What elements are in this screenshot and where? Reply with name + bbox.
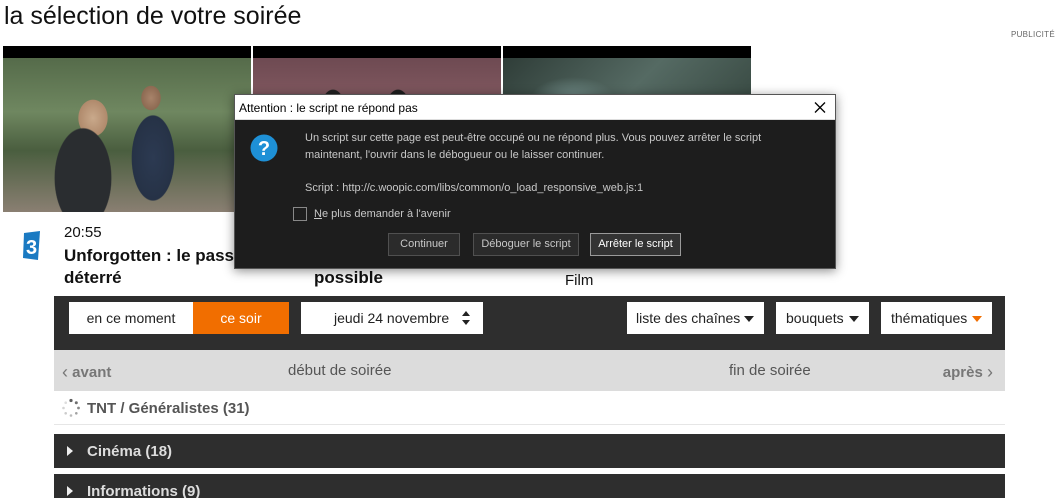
dialog-message: Un script sur cette page est peut-être o… — [305, 132, 762, 161]
channel-group-informations[interactable]: Informations (9) — [54, 474, 1005, 498]
chevron-down-icon — [744, 316, 754, 322]
program-thumbnail[interactable] — [3, 46, 251, 212]
program-title[interactable]: Unforgotten : le passé déterré — [64, 245, 244, 289]
continue-button[interactable]: Continuer — [388, 233, 460, 256]
next-label: après — [942, 364, 983, 381]
tonight-button[interactable]: ce soir — [193, 302, 289, 334]
bouquets-label: bouquets — [786, 310, 844, 326]
expand-triangle-icon — [67, 486, 73, 496]
channel-group-label: Cinéma (18) — [87, 443, 173, 460]
date-select-label: jeudi 24 novembre — [334, 310, 450, 326]
debug-script-button[interactable]: Déboguer le script — [473, 233, 579, 256]
chevron-right-icon: › — [987, 362, 993, 382]
chevron-down-icon — [849, 316, 859, 322]
loading-spinner-icon — [62, 398, 80, 417]
next-button[interactable]: après › — [943, 362, 993, 383]
previous-label: avant — [72, 364, 112, 381]
themes-button[interactable]: thématiques — [881, 302, 992, 334]
channel-number: 3 — [26, 237, 37, 259]
channels-list-label: liste des chaînes — [636, 310, 741, 326]
program-time: 20:55 — [64, 224, 102, 241]
channel-group-label: Informations (9) — [87, 483, 201, 498]
page-title: la sélection de votre soirée — [4, 2, 302, 30]
channel-group-cinema[interactable]: Cinéma (18) — [54, 434, 1005, 468]
ad-label: PUBLICITÉ — [1010, 30, 1055, 39]
bouquets-button[interactable]: bouquets — [776, 302, 869, 334]
chevron-left-icon: ‹ — [62, 362, 68, 382]
page: la sélection de votre soirée PUBLICITÉ 3… — [0, 0, 1062, 498]
dont-ask-checkbox[interactable] — [293, 207, 307, 221]
themes-label: thématiques — [891, 310, 968, 326]
up-down-arrows-icon — [462, 311, 470, 325]
dialog-script-path: Script : http://c.woopic.com/libs/common… — [305, 182, 644, 194]
dont-ask-label[interactable]: Ne plus demander à l'avenir — [314, 208, 451, 220]
evening-end-link[interactable]: fin de soirée — [729, 362, 811, 379]
question-icon: ? — [250, 134, 278, 162]
close-icon[interactable] — [805, 95, 835, 120]
evening-start-link[interactable]: début de soirée — [288, 362, 391, 379]
channel-group-tnt[interactable]: TNT / Généralistes (31) — [54, 391, 1005, 425]
expand-triangle-icon — [67, 446, 73, 456]
channels-list-button[interactable]: liste des chaînes — [627, 302, 764, 334]
date-select[interactable]: jeudi 24 novembre — [301, 302, 483, 334]
stop-script-button[interactable]: Arrêter le script — [590, 233, 681, 256]
dialog-titlebar[interactable]: Attention : le script ne répond pas — [235, 95, 835, 120]
dialog-title: Attention : le script ne répond pas — [239, 101, 418, 115]
now-button[interactable]: en ce moment — [69, 302, 193, 334]
france3-logo-icon: 3 — [21, 230, 43, 262]
time-navigation: ‹ avant début de soirée fin de soirée ap… — [54, 350, 1005, 391]
chevron-down-icon — [972, 316, 982, 322]
script-warning-dialog: Attention : le script ne répond pas ? Un… — [234, 94, 836, 269]
program-card-1[interactable]: 3 20:55 Unforgotten : le passé déterré — [3, 46, 251, 296]
svg-text:?: ? — [258, 138, 270, 160]
program-title[interactable]: possible — [314, 267, 494, 289]
program-genre: Film — [565, 272, 594, 289]
channel-group-label: TNT / Généralistes (31) — [87, 400, 250, 417]
previous-button[interactable]: ‹ avant — [62, 362, 111, 383]
